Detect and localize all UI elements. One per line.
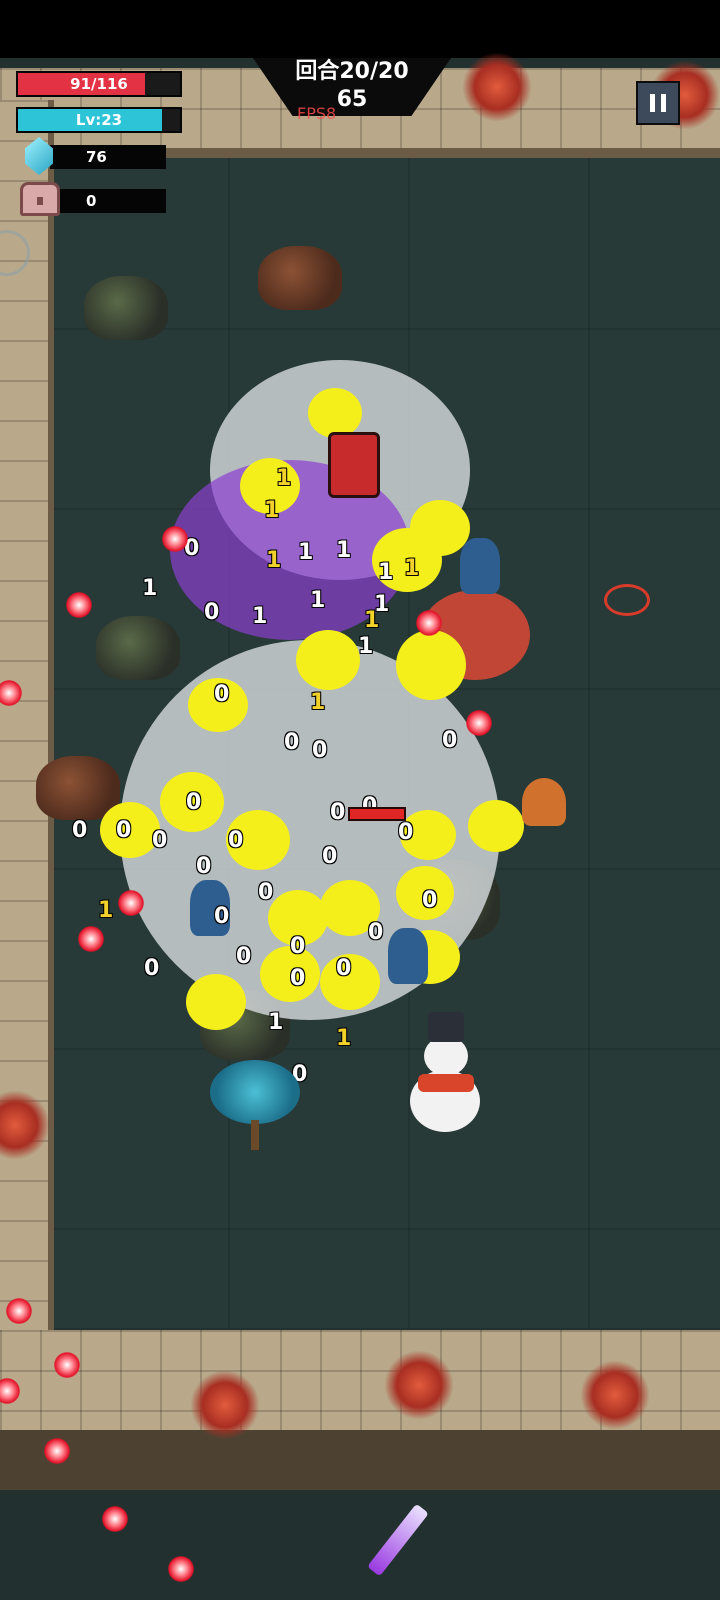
yellow-explosion — [186, 974, 246, 1030]
bottom-wall-front — [0, 1430, 720, 1490]
boar-enemy — [84, 276, 168, 340]
damage-number: 1 — [252, 604, 268, 629]
damage-number-critical: 1 — [276, 466, 292, 491]
player-health-bar — [348, 807, 406, 821]
serpent-enemy — [388, 928, 428, 984]
damage-number: 0 — [144, 956, 160, 981]
damage-number: 0 — [442, 728, 458, 753]
red-projectile — [54, 1352, 80, 1378]
red-projectile — [168, 1556, 194, 1582]
damage-number: 0 — [152, 828, 168, 853]
damage-number: 0 — [196, 854, 212, 879]
serpent-enemy — [460, 538, 500, 594]
damage-number: 1 — [336, 538, 352, 563]
damage-number: 0 — [258, 880, 274, 905]
red-projectile — [102, 1506, 128, 1532]
yellow-explosion — [396, 630, 466, 700]
damage-number: 1 — [268, 1010, 284, 1035]
gem-counter: 76 — [50, 145, 166, 169]
damage-number-critical: 1 — [310, 690, 326, 715]
snowman-head — [424, 1036, 468, 1076]
damage-number: 0 — [398, 820, 414, 845]
left-wall — [0, 100, 54, 1420]
level-bar: Lv:23 — [16, 107, 182, 133]
system-status-bar — [0, 0, 720, 58]
damage-number: 0 — [186, 790, 202, 815]
red-projectile — [118, 890, 144, 916]
chest-count: 0 — [86, 192, 97, 210]
red-plant-decoration — [384, 1350, 454, 1420]
red-plant-decoration — [190, 1370, 260, 1440]
red-projectile — [78, 926, 104, 952]
fps-counter: FPS8 — [297, 104, 337, 123]
damage-number: 0 — [72, 818, 88, 843]
snowman-hat — [428, 1012, 464, 1042]
red-projectile — [66, 592, 92, 618]
damage-number: 1 — [298, 540, 314, 565]
damage-number: 0 — [204, 600, 220, 625]
damage-number: 1 — [310, 588, 326, 613]
red-projectile — [416, 610, 442, 636]
yellow-explosion — [296, 630, 360, 690]
snowman-scarf — [418, 1074, 474, 1092]
damage-number: 0 — [322, 844, 338, 869]
pause-icon — [661, 94, 666, 112]
damage-number: 0 — [236, 944, 252, 969]
damage-number: 0 — [214, 904, 230, 929]
player-character — [328, 432, 380, 498]
tree-trunk — [251, 1120, 259, 1150]
damage-number: 0 — [290, 966, 306, 991]
damage-number-critical: 1 — [266, 548, 282, 573]
damage-number: 0 — [312, 738, 328, 763]
yellow-explosion — [308, 388, 362, 438]
damage-number-critical: 1 — [98, 898, 114, 923]
damage-number-critical: 1 — [264, 498, 280, 523]
hp-text: 91/116 — [70, 75, 128, 93]
chest-icon — [20, 182, 60, 216]
wave-counter: 回合20/20 — [295, 59, 409, 84]
damage-number: 0 — [290, 934, 306, 959]
damage-number-critical: 1 — [404, 556, 420, 581]
damage-number: 0 — [116, 818, 132, 843]
damage-number: 1 — [358, 634, 374, 659]
red-projectile — [466, 710, 492, 736]
gem-count: 76 — [86, 148, 107, 166]
damage-number: 0 — [336, 956, 352, 981]
boar-enemy — [258, 246, 342, 310]
yellow-explosion — [410, 500, 470, 556]
damage-number-critical: 1 — [336, 1026, 352, 1051]
pause-icon — [650, 94, 655, 112]
blue-tree — [210, 1060, 300, 1124]
red-plant-decoration — [462, 52, 532, 122]
level-text: Lv:23 — [75, 111, 123, 129]
target-crosshair-icon — [604, 584, 650, 616]
damage-number: 0 — [228, 828, 244, 853]
chest-counter: 0 — [50, 189, 166, 213]
wave-timer: 65 — [336, 87, 368, 112]
red-projectile — [162, 526, 188, 552]
damage-number: 1 — [378, 560, 394, 585]
damage-number: 1 — [142, 576, 158, 601]
red-projectile — [44, 1438, 70, 1464]
enemy-minion — [522, 778, 566, 826]
snowman-enemy — [404, 1012, 484, 1134]
damage-number: 0 — [214, 682, 230, 707]
red-plant-decoration — [580, 1360, 650, 1430]
yellow-explosion — [468, 800, 524, 852]
damage-number: 0 — [330, 800, 346, 825]
pause-button[interactable] — [636, 81, 680, 125]
hp-bar: 91/116 — [16, 71, 182, 97]
damage-number-critical: 1 — [364, 608, 380, 633]
red-projectile — [6, 1298, 32, 1324]
damage-number: 0 — [368, 920, 384, 945]
damage-number: 0 — [284, 730, 300, 755]
damage-number: 0 — [422, 888, 438, 913]
